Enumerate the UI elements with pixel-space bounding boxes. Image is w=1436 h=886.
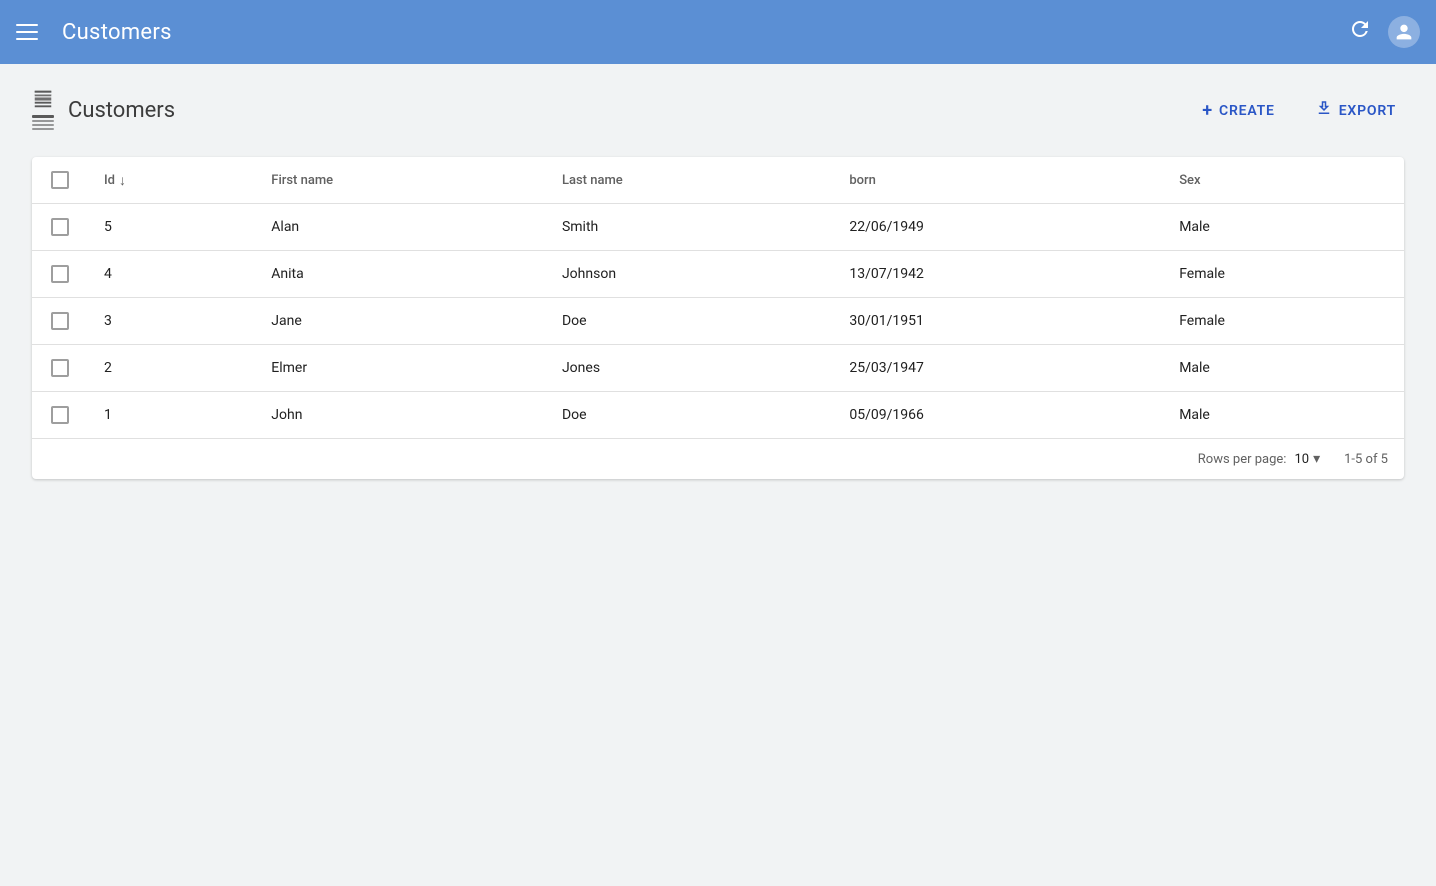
header-sex-col: Sex [1163,157,1404,204]
table-row: 2 Elmer Jones 25/03/1947 Male [32,345,1404,392]
row-checkbox[interactable] [51,265,69,283]
row-firstname: Jane [255,298,546,345]
select-all-checkbox[interactable] [51,171,69,189]
pagination-row: Rows per page: 10 ▾ 1-5 of 5 [32,438,1404,479]
page-info: 1-5 of 5 [1344,452,1388,467]
row-checkbox-cell[interactable] [32,345,88,392]
row-sex: Female [1163,251,1404,298]
col-firstname-label: First name [271,173,333,188]
table-row: 1 John Doe 05/09/1966 Male [32,392,1404,439]
row-sex: Male [1163,392,1404,439]
topbar-actions [1348,16,1420,48]
rows-per-page-select[interactable]: 10 ▾ [1294,451,1320,467]
table-row: 5 Alan Smith 22/06/1949 Male [32,204,1404,251]
row-lastname: Smith [546,204,833,251]
create-button[interactable]: + CREATE [1194,96,1282,125]
page-title: Customers [68,98,175,123]
table-icon [32,88,54,133]
col-lastname-label: Last name [562,173,623,188]
row-born: 22/06/1949 [833,204,1163,251]
row-checkbox[interactable] [51,359,69,377]
row-born: 30/01/1951 [833,298,1163,345]
rows-per-page-label: Rows per page: [1198,452,1287,467]
customers-table-card: Id ↓ First name Last name born Sex [32,157,1404,479]
row-id: 4 [88,251,255,298]
row-firstname: Elmer [255,345,546,392]
col-born-label: born [849,173,876,188]
export-icon [1315,99,1333,122]
table-body: 5 Alan Smith 22/06/1949 Male 4 Anita Joh… [32,204,1404,439]
row-lastname: Doe [546,392,833,439]
row-born: 13/07/1942 [833,251,1163,298]
row-firstname: John [255,392,546,439]
sort-icon: ↓ [119,172,126,189]
row-checkbox-cell[interactable] [32,298,88,345]
row-firstname: Alan [255,204,546,251]
page-header: Customers + CREATE EXPORT [32,88,1404,133]
table-header: Id ↓ First name Last name born Sex [32,157,1404,204]
chevron-down-icon: ▾ [1313,451,1320,467]
header-id-col[interactable]: Id ↓ [88,157,255,204]
row-lastname: Doe [546,298,833,345]
page-header-left: Customers [32,88,175,133]
col-sex-label: Sex [1179,173,1200,188]
row-checkbox[interactable] [51,406,69,424]
row-sex: Female [1163,298,1404,345]
rows-per-page-value: 10 [1294,452,1309,467]
row-born: 25/03/1947 [833,345,1163,392]
row-id: 3 [88,298,255,345]
menu-icon[interactable] [16,24,38,40]
export-button[interactable]: EXPORT [1307,95,1404,126]
create-label: CREATE [1219,103,1275,119]
header-checkbox-col [32,157,88,204]
row-checkbox-cell[interactable] [32,204,88,251]
create-icon: + [1202,100,1213,121]
row-checkbox-cell[interactable] [32,392,88,439]
customers-table: Id ↓ First name Last name born Sex [32,157,1404,438]
export-label: EXPORT [1339,103,1396,119]
table-row: 4 Anita Johnson 13/07/1942 Female [32,251,1404,298]
row-checkbox-cell[interactable] [32,251,88,298]
topbar: Customers [0,0,1436,64]
page-content: Customers + CREATE EXPORT [0,64,1436,503]
row-id: 2 [88,345,255,392]
row-sex: Male [1163,345,1404,392]
table-row: 3 Jane Doe 30/01/1951 Female [32,298,1404,345]
account-icon[interactable] [1388,16,1420,48]
page-header-actions: + CREATE EXPORT [1194,95,1404,126]
row-id: 1 [88,392,255,439]
row-checkbox[interactable] [51,218,69,236]
row-checkbox[interactable] [51,312,69,330]
row-sex: Male [1163,204,1404,251]
row-born: 05/09/1966 [833,392,1163,439]
row-id: 5 [88,204,255,251]
row-lastname: Jones [546,345,833,392]
header-lastname-col: Last name [546,157,833,204]
header-born-col: born [833,157,1163,204]
row-firstname: Anita [255,251,546,298]
rows-per-page-control: Rows per page: 10 ▾ [1198,451,1320,467]
col-id-label: Id [104,173,115,188]
header-firstname-col: First name [255,157,546,204]
row-lastname: Johnson [546,251,833,298]
topbar-title: Customers [62,20,1348,45]
refresh-icon[interactable] [1348,17,1372,47]
